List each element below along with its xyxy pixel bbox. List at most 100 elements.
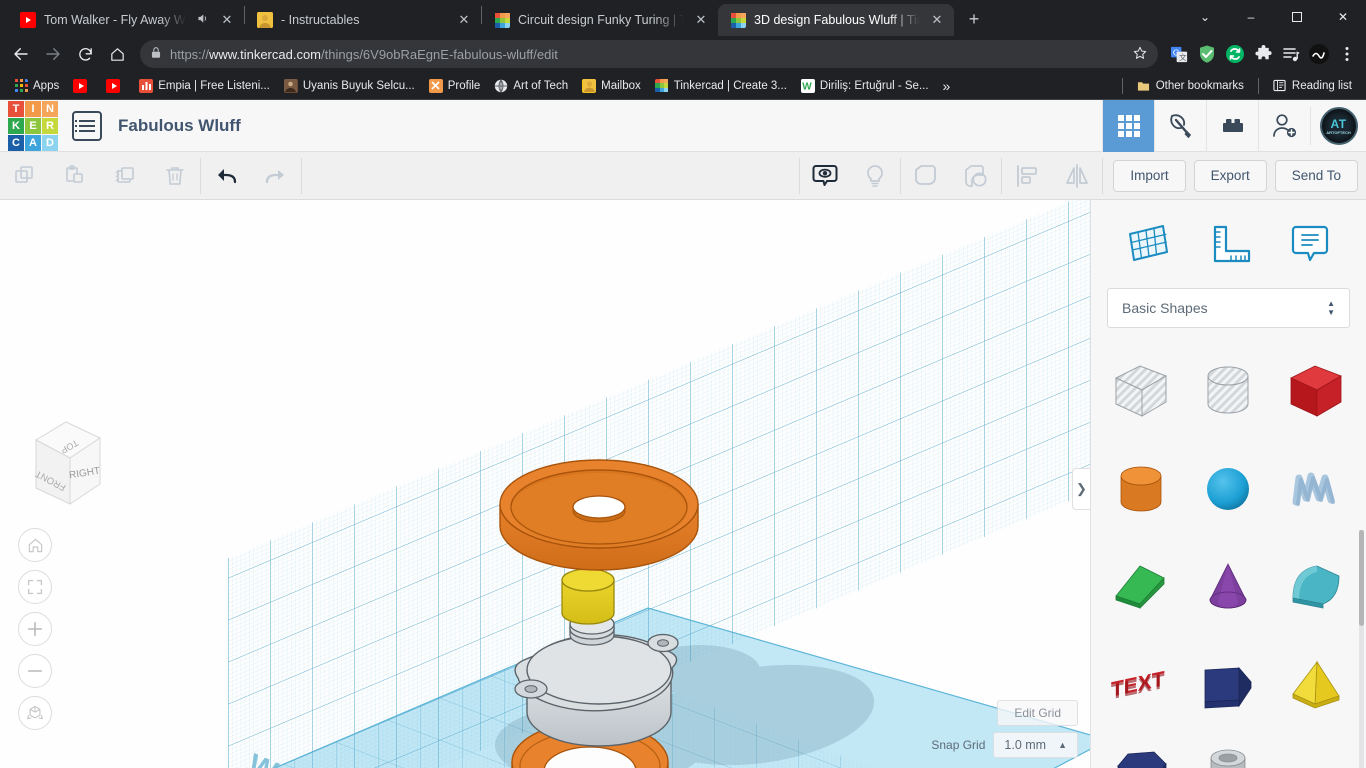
dark-reader-icon[interactable] <box>1306 41 1332 67</box>
address-bar[interactable]: https://www.tinkercad.com/things/6V9obRa… <box>140 40 1158 68</box>
invite-person-icon[interactable] <box>1258 100 1310 152</box>
bookmark-youtube-2[interactable] <box>100 76 131 96</box>
3d-scene[interactable]: Workplane <box>0 200 1090 768</box>
menu-list-icon[interactable] <box>72 111 102 141</box>
3d-canvas[interactable]: Workplane <box>0 200 1090 768</box>
shape-text-red[interactable]: TEXT TEXT <box>1097 636 1185 734</box>
perspective-toggle-icon[interactable] <box>18 696 52 730</box>
shape-roof-green[interactable] <box>1097 538 1185 636</box>
avatar-wrapper[interactable]: AT ARTOFTECH <box>1310 107 1366 145</box>
browser-tab-3-active[interactable]: 3D design Fabulous Wluff | Tinker ✕ <box>718 4 954 36</box>
shape-tube-grey[interactable] <box>1185 734 1273 768</box>
bookmark-profile[interactable]: Profile <box>423 76 487 96</box>
reading-list-button[interactable]: Reading list <box>1267 76 1358 96</box>
shape-round-roof-teal[interactable] <box>1272 538 1360 636</box>
note-icon[interactable] <box>1284 218 1336 270</box>
back-button[interactable] <box>6 39 36 69</box>
bookmark-art-of-tech[interactable]: Art of Tech <box>488 76 574 96</box>
panel-scrollbar-thumb[interactable] <box>1359 530 1364 626</box>
import-button[interactable]: Import <box>1113 160 1185 192</box>
url-text: https://www.tinkercad.com/things/6V9obRa… <box>170 47 558 62</box>
tab-audio-icon[interactable] <box>194 12 210 28</box>
forward-button[interactable] <box>38 39 68 69</box>
ruler-icon[interactable] <box>1203 218 1255 270</box>
shape-cone-purple[interactable] <box>1185 538 1273 636</box>
panel-collapse-toggle[interactable]: ❯ <box>1072 468 1090 510</box>
tinkercad-logo[interactable]: T I N K E R C A D <box>8 101 58 151</box>
redo-icon[interactable] <box>251 152 301 200</box>
mirror-icon[interactable] <box>1052 152 1102 200</box>
minecraft-pickaxe-icon[interactable] <box>1154 100 1206 152</box>
shape-pyramid-yellow[interactable] <box>1272 636 1360 734</box>
other-bookmarks-button[interactable]: Other bookmarks <box>1131 76 1250 96</box>
apps-grid-icon <box>14 79 28 93</box>
orange-ring-disc-top[interactable] <box>500 460 698 570</box>
tab-close-icon[interactable]: ✕ <box>218 11 236 29</box>
bookmark-uyanis[interactable]: Uyanis Buyuk Selcu... <box>278 76 421 96</box>
lightbulb-icon[interactable] <box>850 152 900 200</box>
snap-grid-dropdown[interactable]: 1.0 mm ▲ <box>993 732 1078 758</box>
puzzle-extensions-icon[interactable] <box>1250 41 1276 67</box>
bookmark-mailbox[interactable]: Mailbox <box>576 76 647 96</box>
lego-brick-icon[interactable] <box>1206 100 1258 152</box>
duplicate-icon[interactable] <box>100 152 150 200</box>
shape-box-hole[interactable] <box>1097 342 1185 440</box>
zoom-out-icon[interactable] <box>18 654 52 688</box>
paste-icon[interactable] <box>50 152 100 200</box>
chrome-menu-icon[interactable] <box>1334 41 1360 67</box>
sync-icon[interactable] <box>1222 41 1248 67</box>
new-tab-button[interactable]: + <box>960 6 988 34</box>
shape-box-red[interactable] <box>1272 342 1360 440</box>
show-hide-eye-icon[interactable] <box>800 152 850 200</box>
logo-tile: D <box>42 135 58 151</box>
main-area: Workplane <box>0 200 1366 768</box>
shape-scribble[interactable] <box>1272 440 1360 538</box>
fit-to-view-icon[interactable] <box>18 570 52 604</box>
browser-tab-2[interactable]: Circuit design Funky Turing | Tink ✕ <box>482 4 718 36</box>
shape-polygon-blue[interactable] <box>1185 636 1273 734</box>
bookmarks-overflow-button[interactable]: » <box>937 75 957 97</box>
bookmark-youtube-1[interactable] <box>67 76 98 96</box>
ungroup-icon[interactable] <box>951 152 1001 200</box>
edit-grid-button[interactable]: Edit Grid <box>997 700 1078 726</box>
shape-sphere-blue[interactable] <box>1185 440 1273 538</box>
reload-button[interactable] <box>70 39 100 69</box>
bookmark-apps[interactable]: Apps <box>8 76 65 96</box>
shape-category-dropdown[interactable]: Basic Shapes ▲▼ <box>1107 288 1350 328</box>
bookmark-empia[interactable]: Empia | Free Listeni... <box>133 76 276 96</box>
home-button[interactable] <box>102 39 132 69</box>
yellow-cylinder[interactable] <box>562 569 614 624</box>
workplane-icon[interactable] <box>1122 218 1174 270</box>
bookmark-star-icon[interactable] <box>1132 45 1148 64</box>
export-button[interactable]: Export <box>1194 160 1267 192</box>
tab-close-icon[interactable]: ✕ <box>928 11 946 29</box>
avatar[interactable]: AT ARTOFTECH <box>1320 107 1358 145</box>
group-icon[interactable] <box>901 152 951 200</box>
adblock-shield-icon[interactable] <box>1194 41 1220 67</box>
tab-close-icon[interactable]: ✕ <box>692 11 710 29</box>
close-window-button[interactable]: ✕ <box>1320 0 1366 34</box>
bookmark-tinkercad[interactable]: Tinkercad | Create 3... <box>649 76 793 96</box>
maximize-button[interactable] <box>1274 0 1320 34</box>
browser-tab-0[interactable]: Tom Walker - Fly Away With Me ✕ <box>8 4 244 36</box>
send-to-button[interactable]: Send To <box>1275 160 1358 192</box>
shape-cylinder-orange[interactable] <box>1097 440 1185 538</box>
undo-icon[interactable] <box>201 152 251 200</box>
bookmark-label: Empia | Free Listeni... <box>158 80 270 92</box>
tab-search-chevron-icon[interactable]: ⌄ <box>1182 0 1228 34</box>
zoom-in-icon[interactable] <box>18 612 52 646</box>
copy-icon[interactable] <box>0 152 50 200</box>
google-translate-icon[interactable]: G文 <box>1166 41 1192 67</box>
blocks-grid-icon[interactable] <box>1102 100 1154 152</box>
home-view-icon[interactable] <box>18 528 52 562</box>
bookmark-dirilis[interactable]: W Diriliş: Ertuğrul - Se... <box>795 76 935 96</box>
delete-trash-icon[interactable] <box>150 152 200 200</box>
tab-close-icon[interactable]: ✕ <box>455 11 473 29</box>
browser-tab-1[interactable]: - Instructables ✕ <box>245 4 481 36</box>
view-cube[interactable]: TOP FRONT RIGHT <box>18 412 110 522</box>
minimize-button[interactable]: – <box>1228 0 1274 34</box>
shape-cylinder-hole[interactable] <box>1185 342 1273 440</box>
shape-hexagon-blue[interactable] <box>1097 734 1185 768</box>
align-icon[interactable] <box>1002 152 1052 200</box>
playlist-icon[interactable] <box>1278 41 1304 67</box>
